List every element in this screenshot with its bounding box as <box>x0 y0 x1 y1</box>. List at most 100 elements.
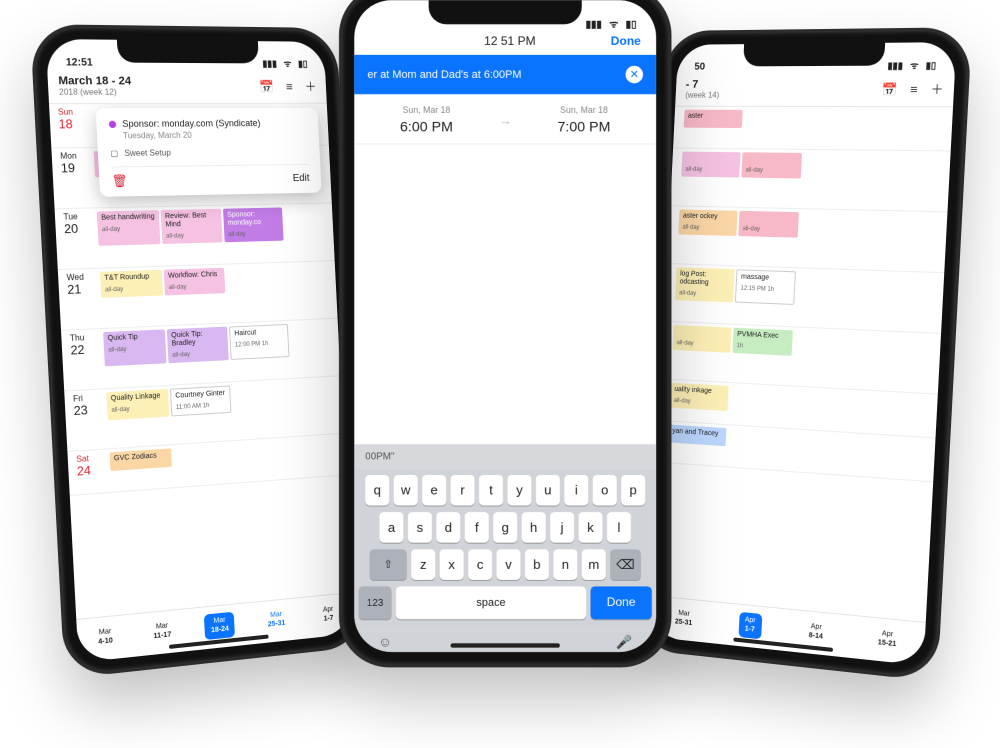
event-block[interactable]: Sponsor: monday.coall-day <box>223 207 284 242</box>
week-tab[interactable]: Mar25-31 <box>261 606 291 634</box>
event-block[interactable]: Quality Linkageall-day <box>106 389 169 420</box>
event-block[interactable]: Haircut12:00 PM 1h <box>229 324 289 360</box>
event-block[interactable]: Workflow: Chrisall-day <box>164 268 226 296</box>
week-tab[interactable]: Mar25-31 <box>669 605 699 633</box>
event-block[interactable]: Review: Best Mindall-day <box>161 209 223 244</box>
event-block[interactable]: all-day <box>741 152 802 178</box>
key-p[interactable]: p <box>621 475 645 506</box>
key-j[interactable]: j <box>550 512 574 543</box>
space-key[interactable]: space <box>396 586 586 619</box>
key-g[interactable]: g <box>493 512 517 543</box>
event-block[interactable]: aster <box>684 110 743 128</box>
agenda-list[interactable]: aster all-day all-dayaster ockeyall-day … <box>651 107 953 622</box>
key-x[interactable]: x <box>440 549 464 580</box>
week-tab[interactable]: Mar11-17 <box>146 617 177 645</box>
key-u[interactable]: u <box>536 475 560 506</box>
week-tab[interactable]: Apr1-7 <box>317 601 340 628</box>
week-title: - 7 <box>686 79 721 91</box>
wifi-icon: ᯤ <box>283 59 291 69</box>
key-v[interactable]: v <box>496 549 520 580</box>
key-s[interactable]: s <box>408 512 432 543</box>
trash-icon[interactable]: 🗑 <box>111 174 128 189</box>
key-c[interactable]: c <box>468 549 492 580</box>
event-block[interactable]: PVMHA Exec1h <box>732 328 793 356</box>
day-row[interactable]: Tue20Best handwritingall-dayReview: Best… <box>55 203 335 270</box>
arrow-right-icon: → <box>494 112 516 127</box>
backspace-key[interactable]: ⌫ <box>610 549 641 580</box>
week-tab[interactable]: Mar18-24 <box>204 612 235 640</box>
key-b[interactable]: b <box>525 549 549 580</box>
event-block[interactable]: yan and Tracey <box>668 424 727 446</box>
key-e[interactable]: e <box>422 475 446 506</box>
agenda-list[interactable]: Sponsor: monday.com (Syndicate) Tuesday,… <box>49 104 351 619</box>
week-tab[interactable]: Apr15-21 <box>871 625 903 654</box>
nlp-input-bar[interactable]: er at Mom and Dad's at 6:00PM ✕ <box>354 55 656 94</box>
end-time[interactable]: Sun, Mar 18 7:00 PM <box>516 105 652 135</box>
list-icon[interactable]: ≡ <box>910 82 918 97</box>
event-color-dot <box>109 121 117 128</box>
event-block[interactable]: massage12:15 PM 1h <box>735 269 796 305</box>
key-a[interactable]: a <box>379 512 403 543</box>
key-q[interactable]: q <box>365 475 389 506</box>
day-row[interactable]: aster ockeyall-day all-day <box>667 206 947 273</box>
clear-icon[interactable]: ✕ <box>626 66 644 84</box>
week-tab[interactable]: Apr1-7 <box>738 612 762 639</box>
key-h[interactable]: h <box>522 512 546 543</box>
day-label: Mon19 <box>51 148 94 208</box>
status-icons: ▮▮▮ ᯤ ▮▯ <box>258 56 308 69</box>
time-picker-row[interactable]: Sun, Mar 18 6:00 PM → Sun, Mar 18 7:00 P… <box>354 94 656 144</box>
key-o[interactable]: o <box>593 475 617 506</box>
key-l[interactable]: l <box>607 512 631 543</box>
key-w[interactable]: w <box>394 475 418 506</box>
numbers-key[interactable]: 123 <box>359 586 392 619</box>
event-block[interactable]: log Post: odcastingall-day <box>675 267 735 302</box>
edit-button[interactable]: Edit <box>293 172 310 183</box>
event-block[interactable]: all-day <box>738 211 799 238</box>
key-y[interactable]: y <box>507 475 531 506</box>
header-clock: 12 51 PM <box>409 35 611 48</box>
key-t[interactable]: t <box>479 475 503 506</box>
status-time <box>374 19 377 31</box>
add-icon[interactable]: ＋ <box>304 80 316 94</box>
done-button[interactable]: Done <box>611 35 641 48</box>
calendar-icon[interactable]: 📅 <box>259 80 274 94</box>
key-i[interactable]: i <box>564 475 588 506</box>
calendar-icon[interactable]: 📅 <box>881 82 897 97</box>
event-block[interactable]: Best handwritingall-day <box>97 210 161 246</box>
event-block[interactable]: Quick Tip: Bradleyall-day <box>167 327 229 364</box>
week-tab[interactable]: Apr8-14 <box>802 618 830 646</box>
event-block[interactable]: T&T Roundupall-day <box>100 270 163 298</box>
event-block[interactable]: Courtney Ginter11:00 AM 1h <box>170 385 232 416</box>
key-n[interactable]: n <box>553 549 577 580</box>
event-block[interactable]: uality inkageall-day <box>670 383 729 411</box>
day-row[interactable]: all-day all-day <box>670 149 951 213</box>
keyboard-suggestion[interactable]: 00PM" <box>354 444 656 468</box>
key-m[interactable]: m <box>582 549 606 580</box>
event-block[interactable]: Quick Tipall-day <box>103 329 166 366</box>
event-block[interactable]: GVC Zodiacs <box>109 448 171 471</box>
key-f[interactable]: f <box>465 512 489 543</box>
event-block[interactable]: all-day <box>681 152 740 178</box>
signal-icon: ▮▮▮ <box>262 58 277 68</box>
key-k[interactable]: k <box>578 512 602 543</box>
emoji-icon[interactable]: ☺ <box>378 635 391 650</box>
key-d[interactable]: d <box>436 512 460 543</box>
mic-icon[interactable]: 🎤 <box>616 635 632 650</box>
event-block[interactable]: all-day <box>672 325 731 353</box>
keyboard-done-key[interactable]: Done <box>591 586 652 619</box>
day-row[interactable]: aster <box>673 107 953 152</box>
add-icon[interactable]: ＋ <box>930 82 943 97</box>
start-time[interactable]: Sun, Mar 18 6:00 PM <box>359 105 495 135</box>
shift-key[interactable]: ⇧ <box>370 549 407 580</box>
key-r[interactable]: r <box>451 475 475 506</box>
keyboard[interactable]: qwertyuiop asdfghjkl ⇧zxcvbnm⌫ 123 space… <box>354 468 656 630</box>
week-tab[interactable]: Mar4-10 <box>91 623 119 651</box>
list-icon[interactable]: ≡ <box>286 80 294 94</box>
week-subtitle: (week 14) <box>685 91 719 100</box>
notch <box>429 0 582 24</box>
day-label: Wed21 <box>58 269 101 330</box>
week-subtitle: 2018 (week 12) <box>59 87 132 96</box>
day-label: Sat24 <box>67 449 109 494</box>
key-z[interactable]: z <box>411 549 435 580</box>
event-block[interactable]: aster ockeyall-day <box>678 209 737 235</box>
